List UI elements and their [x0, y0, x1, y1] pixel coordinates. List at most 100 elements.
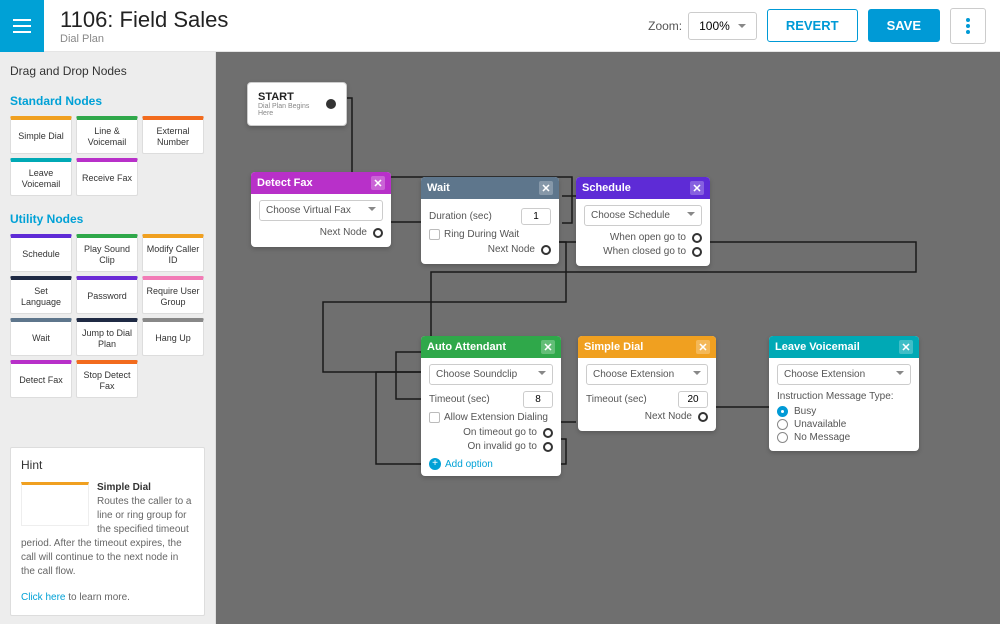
- timeout-label: Timeout (sec): [586, 394, 647, 405]
- hint-heading: Hint: [21, 458, 194, 472]
- chevron-down-icon: [894, 369, 904, 380]
- more-actions-button[interactable]: [950, 8, 986, 44]
- port-icon[interactable]: [373, 228, 383, 238]
- allow-ext-dialing-checkbox[interactable]: [429, 412, 440, 423]
- body: Drag and Drop Nodes Standard Nodes Simpl…: [0, 52, 1000, 624]
- start-title: START: [258, 91, 326, 103]
- radio-unavailable-label: Unavailable: [794, 419, 846, 430]
- node-start[interactable]: START Dial Plan Begins Here: [247, 82, 347, 126]
- title-area: 1106: Field Sales Dial Plan: [44, 3, 244, 49]
- close-icon[interactable]: ✕: [696, 340, 710, 354]
- palette-node[interactable]: Modify Caller ID: [142, 234, 204, 272]
- node-title: Simple Dial: [584, 341, 643, 353]
- node-wait[interactable]: Wait✕ Duration (sec) Ring During Wait Ne…: [421, 177, 559, 264]
- page-title: 1106: Field Sales: [60, 7, 228, 33]
- when-open-label: When open go to: [610, 232, 686, 243]
- timeout-input[interactable]: [523, 391, 553, 408]
- on-invalid-label: On invalid go to: [468, 441, 538, 452]
- extension-select[interactable]: Choose Extension: [586, 364, 708, 385]
- palette-node[interactable]: Set Language: [10, 276, 72, 314]
- zoom-select[interactable]: 100%: [688, 12, 757, 40]
- select-value: Choose Extension: [593, 369, 674, 380]
- app-header: 1106: Field Sales Dial Plan Zoom: 100% R…: [0, 0, 1000, 52]
- close-icon[interactable]: ✕: [541, 340, 555, 354]
- palette-node[interactable]: External Number: [142, 116, 204, 154]
- palette-node[interactable]: Jump to Dial Plan: [76, 318, 138, 356]
- page-subtitle: Dial Plan: [60, 33, 228, 45]
- sidebar: Drag and Drop Nodes Standard Nodes Simpl…: [0, 52, 216, 624]
- hint-learn-more-link[interactable]: Click here: [21, 592, 65, 603]
- schedule-select[interactable]: Choose Schedule: [584, 205, 702, 226]
- port-icon[interactable]: [543, 428, 553, 438]
- port-icon[interactable]: [541, 245, 551, 255]
- port-icon[interactable]: [543, 442, 553, 452]
- node-simple-dial[interactable]: Simple Dial ✕ Choose Extension Timeout (s…: [578, 336, 716, 431]
- node-auto-attendant[interactable]: Auto Attendant ✕ Choose Soundclip Timeout…: [421, 336, 561, 476]
- palette-node[interactable]: Require User Group: [142, 276, 204, 314]
- timeout-input[interactable]: [678, 391, 708, 408]
- on-timeout-label: On timeout go to: [463, 427, 537, 438]
- hint-panel: Hint Simple Dial Routes the caller to a …: [10, 447, 205, 616]
- chevron-down-icon: [366, 205, 376, 216]
- palette-node[interactable]: Receive Fax: [76, 158, 138, 196]
- radio-busy-label: Busy: [794, 406, 816, 417]
- palette-node[interactable]: Password: [76, 276, 138, 314]
- ring-during-wait-checkbox[interactable]: [429, 229, 440, 240]
- palette-node[interactable]: Leave Voicemail: [10, 158, 72, 196]
- hint-learn-more-rest: to learn more.: [65, 592, 129, 603]
- sidebar-heading: Drag and Drop Nodes: [10, 64, 205, 78]
- palette-node[interactable]: Play Sound Clip: [76, 234, 138, 272]
- dialplan-canvas[interactable]: START Dial Plan Begins Here Detect Fax✕ …: [216, 52, 1000, 624]
- node-title: Auto Attendant: [427, 341, 506, 353]
- close-icon[interactable]: ✕: [899, 340, 913, 354]
- save-button[interactable]: SAVE: [868, 9, 940, 42]
- chevron-down-icon: [536, 369, 546, 380]
- duration-label: Duration (sec): [429, 211, 492, 222]
- allow-ext-label: Allow Extension Dialing: [444, 412, 548, 423]
- close-icon[interactable]: ✕: [371, 176, 385, 190]
- palette-node[interactable]: Detect Fax: [10, 360, 72, 398]
- node-detect-fax[interactable]: Detect Fax✕ Choose Virtual Fax Next Node: [251, 172, 391, 247]
- virtual-fax-select[interactable]: Choose Virtual Fax: [259, 200, 383, 221]
- standard-nodes-palette: Simple DialLine & VoicemailExternal Numb…: [10, 116, 205, 196]
- timeout-label: Timeout (sec): [429, 394, 490, 405]
- add-option-label: Add option: [445, 459, 493, 470]
- close-icon[interactable]: ✕: [539, 181, 553, 195]
- radio-no-message[interactable]: [777, 432, 788, 443]
- port-icon[interactable]: [692, 247, 702, 257]
- zoom-value: 100%: [699, 19, 730, 33]
- palette-node[interactable]: Stop Detect Fax: [76, 360, 138, 398]
- menu-button[interactable]: [0, 0, 44, 52]
- select-value: Choose Extension: [784, 369, 865, 380]
- zoom-label: Zoom:: [648, 19, 682, 33]
- next-node-label: Next Node: [320, 227, 367, 238]
- port-icon[interactable]: [326, 99, 336, 109]
- vm-extension-select[interactable]: Choose Extension: [777, 364, 911, 385]
- node-leave-voicemail[interactable]: Leave Voicemail✕ Choose Extension Instru…: [769, 336, 919, 451]
- radio-busy[interactable]: [777, 406, 788, 417]
- close-icon[interactable]: ✕: [690, 181, 704, 195]
- when-closed-label: When closed go to: [603, 246, 686, 257]
- palette-node[interactable]: Line & Voicemail: [76, 116, 138, 154]
- duration-input[interactable]: [521, 208, 551, 225]
- node-schedule[interactable]: Schedule✕ Choose Schedule When open go t…: [576, 177, 710, 266]
- next-node-label: Next Node: [645, 411, 692, 422]
- radio-unavailable[interactable]: [777, 419, 788, 430]
- soundclip-select[interactable]: Choose Soundclip: [429, 364, 553, 385]
- utility-nodes-heading: Utility Nodes: [10, 212, 205, 226]
- chevron-down-icon: [736, 19, 746, 33]
- select-value: Choose Schedule: [591, 210, 670, 221]
- revert-button[interactable]: REVERT: [767, 9, 858, 42]
- hint-thumbnail: [21, 482, 89, 526]
- port-icon[interactable]: [698, 412, 708, 422]
- palette-node[interactable]: Schedule: [10, 234, 72, 272]
- palette-node[interactable]: Hang Up: [142, 318, 204, 356]
- start-subtitle: Dial Plan Begins Here: [258, 103, 326, 117]
- add-option-button[interactable]: + Add option: [429, 458, 553, 470]
- plus-icon: +: [429, 458, 441, 470]
- port-icon[interactable]: [692, 233, 702, 243]
- palette-node[interactable]: Simple Dial: [10, 116, 72, 154]
- node-title: Leave Voicemail: [775, 341, 860, 353]
- palette-node[interactable]: Wait: [10, 318, 72, 356]
- select-value: Choose Soundclip: [436, 369, 517, 380]
